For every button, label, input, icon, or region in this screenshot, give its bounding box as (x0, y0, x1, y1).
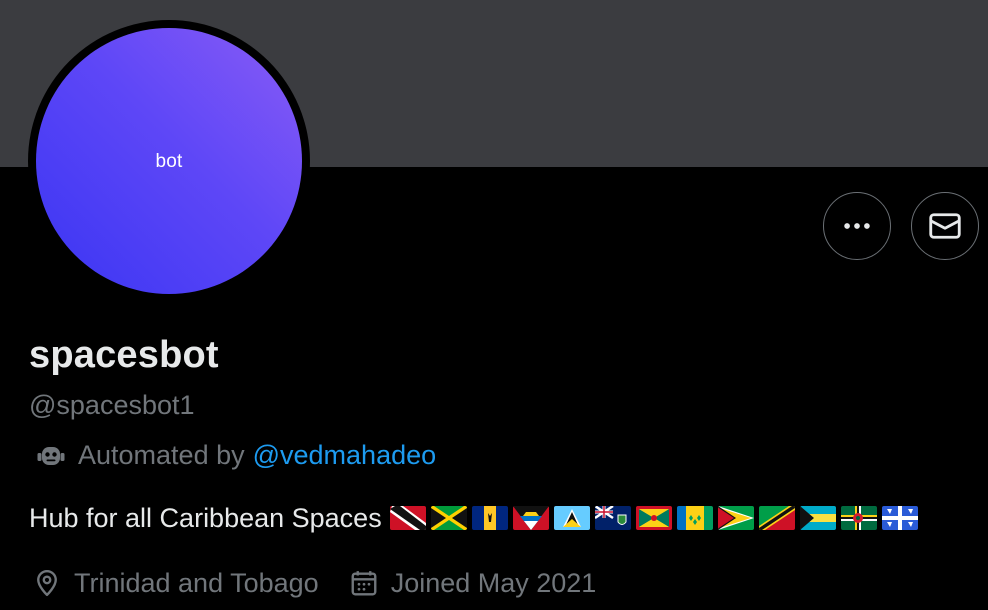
more-horizontal-icon (844, 223, 870, 229)
trinidad-and-tobago-flag (389, 506, 426, 530)
user-handle: @spacesbot1 (29, 390, 195, 420)
location-text: Trinidad and Tobago (74, 567, 319, 598)
grenada-flag (635, 506, 672, 530)
bio-text: Hub for all Caribbean Spaces (29, 502, 382, 533)
calendar-icon (351, 571, 377, 596)
british-virgin-islands-flag (594, 506, 631, 530)
guyana-flag (717, 506, 754, 530)
saint-kitts-and-nevis-flag (758, 506, 795, 530)
location-item: Trinidad and Tobago (32, 568, 319, 599)
message-button[interactable] (911, 192, 979, 260)
saint-vincent-flag (676, 506, 713, 530)
joined-item: Joined May 2021 (349, 567, 597, 599)
avatar[interactable]: bot (36, 28, 302, 294)
bio: Hub for all Caribbean Spaces (29, 500, 923, 536)
saint-lucia-flag (553, 506, 590, 530)
bio-flags (389, 506, 923, 530)
profile-meta: Trinidad and Tobago Joined May 2021 (32, 565, 596, 601)
martinique-flag (881, 506, 918, 530)
automated-prefix: Automated by (78, 439, 245, 470)
dominica-flag (840, 506, 877, 530)
location-pin-icon (37, 569, 57, 597)
automated-label: Automated by @vedmahadeo (35, 438, 436, 472)
jamaica-flag (430, 506, 467, 530)
envelope-icon (929, 213, 961, 239)
barbados-flag (471, 506, 508, 530)
antigua-and-barbuda-flag (512, 506, 549, 530)
automated-by-link[interactable]: @vedmahadeo (253, 440, 437, 471)
bahamas-flag (799, 506, 836, 530)
display-name: spacesbot (29, 334, 219, 376)
robot-icon (37, 447, 65, 465)
avatar-label: bot (155, 151, 183, 172)
more-options-button[interactable] (823, 192, 891, 260)
joined-date: Joined May 2021 (390, 567, 597, 598)
